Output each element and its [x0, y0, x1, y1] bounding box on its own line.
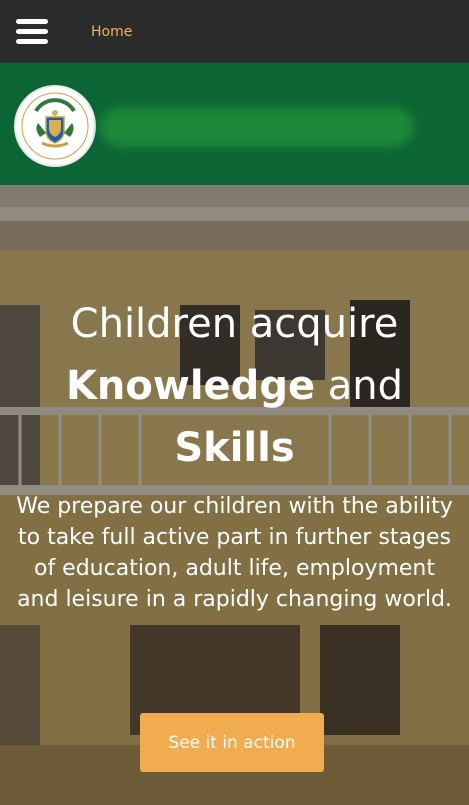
hamburger-line: [16, 39, 48, 44]
hamburger-line: [16, 19, 48, 24]
hero-headline: Children acquire Knowledge and Skills: [0, 293, 469, 479]
school-logo[interactable]: [16, 87, 94, 165]
brand-bar: [0, 63, 469, 185]
see-it-in-action-button[interactable]: See it in action: [140, 713, 324, 772]
hamburger-line: [16, 29, 48, 34]
crest-icon: [18, 89, 92, 163]
headline-and: and: [315, 363, 404, 409]
headline-knowledge: Knowledge: [65, 363, 316, 409]
hero-section: Children acquire Knowledge and Skills We…: [0, 185, 469, 805]
nav-link-home[interactable]: Home: [91, 24, 132, 40]
top-nav-bar: Home: [0, 0, 469, 63]
brand-name-redacted: [100, 107, 414, 147]
headline-skills: Skills: [174, 425, 295, 471]
headline-line-1: Children acquire: [70, 301, 399, 347]
hamburger-menu-icon[interactable]: [16, 19, 48, 45]
hero-description: We prepare our children with the ability…: [16, 494, 453, 612]
